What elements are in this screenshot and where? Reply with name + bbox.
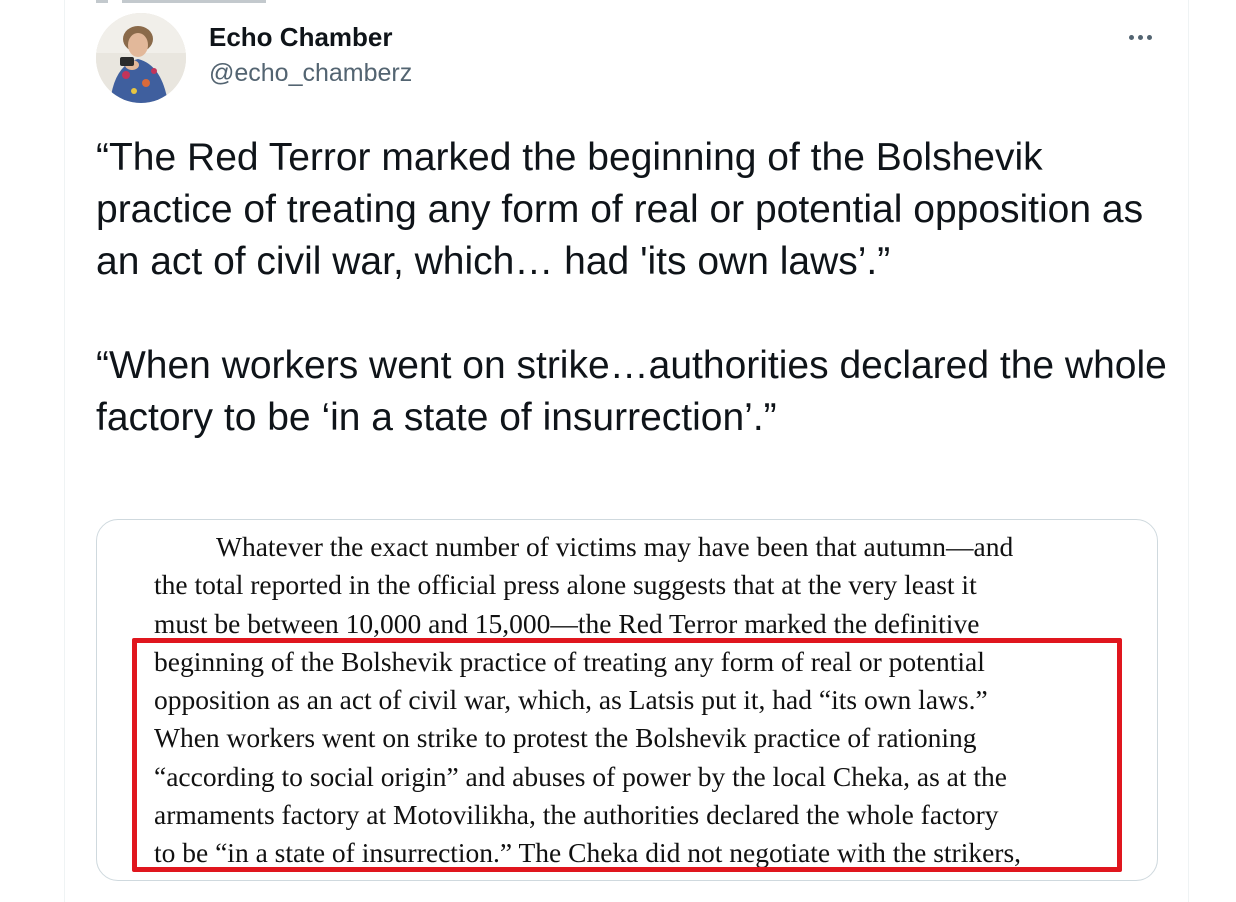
tweet-paragraph: “The Red Terror marked the beginning of … xyxy=(96,136,1144,283)
excerpt-line: Whatever the exact number of victims may… xyxy=(216,531,1014,562)
author-handle[interactable]: @echo_chamberz xyxy=(209,59,412,88)
tweet-text: “The Red Terror marked the beginning of … xyxy=(96,132,1176,444)
avatar-photo xyxy=(96,13,186,103)
column-divider-left xyxy=(64,0,65,902)
more-horizontal-icon xyxy=(1127,34,1154,40)
author-name[interactable]: Echo Chamber xyxy=(209,22,393,53)
red-highlight-box xyxy=(132,638,1122,872)
tweet-paragraph: “When workers went on strike…authorities… xyxy=(96,344,1167,439)
previous-item-fragment xyxy=(96,0,296,6)
excerpt-line: the total reported in the official press… xyxy=(154,569,977,601)
tweet-image[interactable]: Whatever the exact number of victims may… xyxy=(96,519,1158,881)
column-divider-right xyxy=(1188,0,1189,902)
more-options-button[interactable] xyxy=(1122,22,1158,52)
avatar[interactable] xyxy=(96,13,186,103)
